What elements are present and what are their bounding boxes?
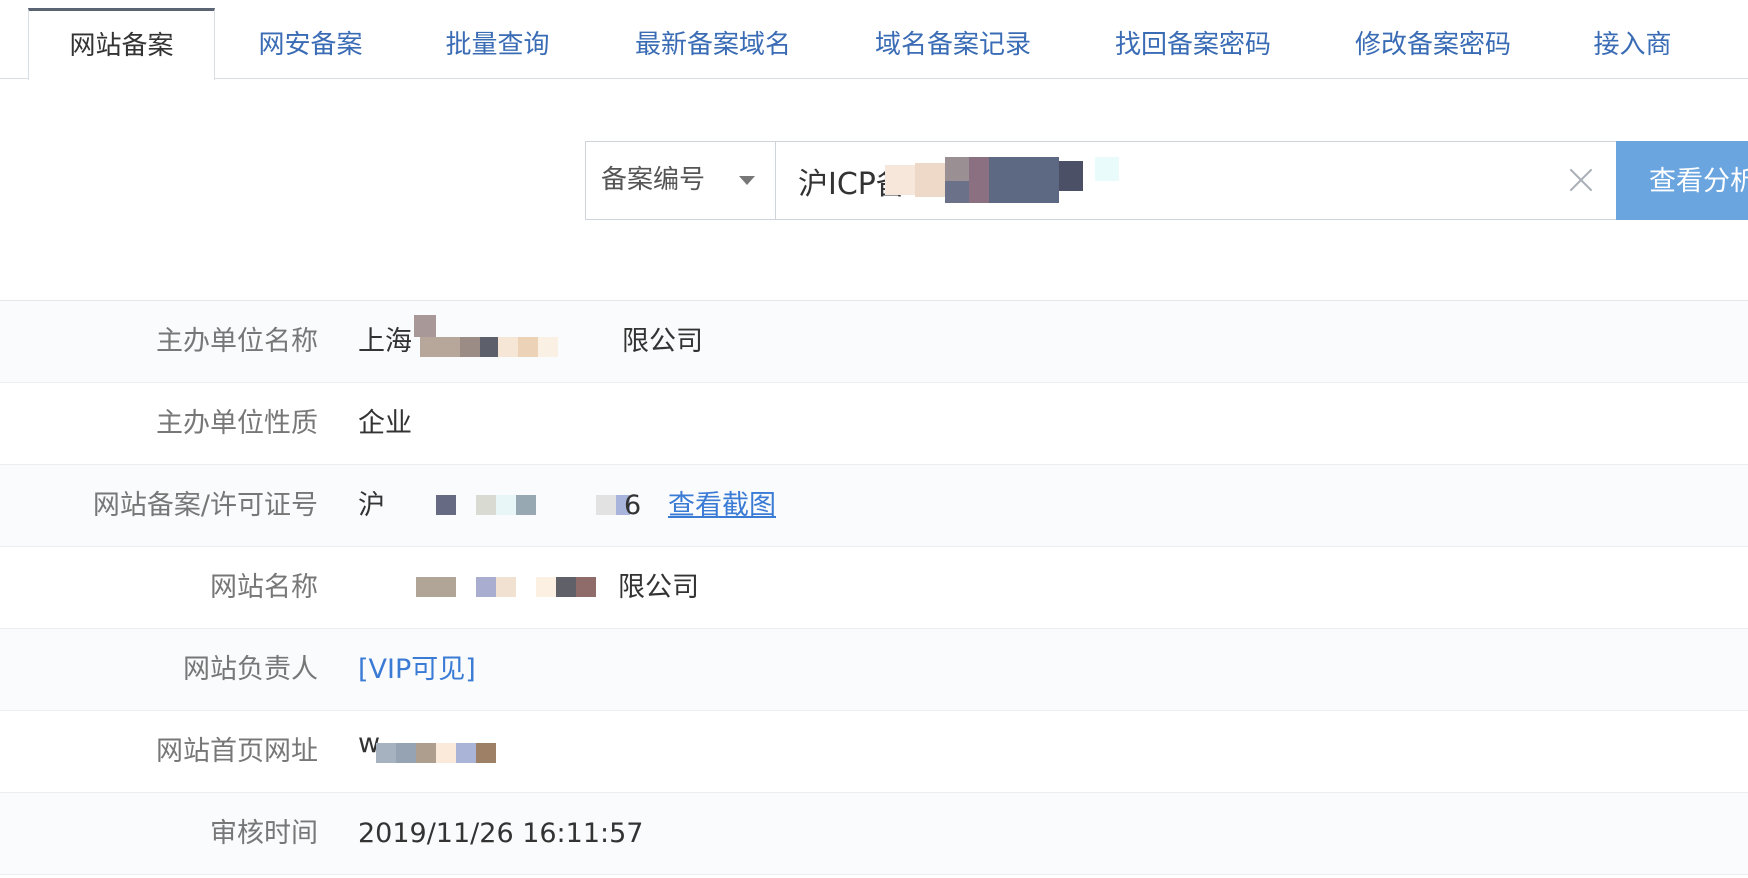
search-type-select[interactable]: 备案编号: [585, 141, 776, 220]
search-type-label: 备案编号: [601, 165, 706, 195]
table-row: 网站备案/许可证号 沪 6 查看截图: [0, 465, 1748, 547]
redacted-homepage-url: [376, 743, 496, 765]
tab-website-filing[interactable]: 网站备案: [28, 8, 215, 80]
table-row: 网站负责人 [VIP可见]: [0, 629, 1748, 711]
view-screenshot-link[interactable]: 查看截图: [668, 465, 776, 547]
table-row: 审核时间 2019/11/26 16:11:57: [0, 793, 1748, 875]
review-time-value: 2019/11/26 16:11:57: [358, 818, 644, 849]
tab-batch-query[interactable]: 批量查询: [420, 8, 575, 79]
redacted-license-number: [372, 495, 632, 517]
sponsor-name-value-suffix: 限公司: [622, 326, 703, 357]
website-owner-label: 网站负责人: [183, 654, 318, 685]
license-number-value-suffix: 6: [624, 490, 642, 521]
website-name-label: 网站名称: [210, 572, 318, 603]
sponsor-name-label: 主办单位名称: [156, 326, 318, 357]
view-analysis-button[interactable]: 查看分析: [1616, 141, 1748, 220]
caret-down-icon: [739, 176, 755, 185]
website-name-value-suffix: 限公司: [618, 572, 699, 603]
sponsor-name-value-prefix: 上海: [358, 326, 412, 357]
table-row: 网站名称 限公司: [0, 547, 1748, 629]
close-icon[interactable]: [1566, 165, 1596, 195]
table-row: 主办单位性质 企业: [0, 383, 1748, 465]
license-number-label: 网站备案/许可证号: [92, 490, 318, 521]
redacted-sponsor-name: [410, 315, 560, 361]
sponsor-type-label: 主办单位性质: [156, 408, 318, 439]
redacted-search-text: [885, 157, 1125, 203]
tab-domain-filing-records[interactable]: 域名备案记录: [860, 8, 1046, 79]
redacted-website-name: [414, 577, 614, 599]
tab-access-provider[interactable]: 接入商: [1570, 8, 1695, 79]
table-row: 主办单位名称 上海 限公司: [0, 301, 1748, 383]
search-bar: 备案编号 查看分析: [585, 141, 1748, 220]
tab-latest-filed-domains[interactable]: 最新备案域名: [620, 8, 806, 79]
vip-visible-link[interactable]: [VIP可见]: [358, 629, 476, 711]
tab-bar: 网站备案 网安备案 批量查询 最新备案域名 域名备案记录 找回备案密码 修改备案…: [0, 0, 1748, 80]
tab-police-filing[interactable]: 网安备案: [233, 8, 388, 79]
filing-details-table: 主办单位名称 上海 限公司 主办单位性质 企业 网站备案/许可证号 沪 6 查看…: [0, 301, 1748, 875]
tab-change-filing-password[interactable]: 修改备案密码: [1340, 8, 1526, 79]
sponsor-type-value: 企业: [358, 408, 412, 439]
homepage-url-label: 网站首页网址: [156, 736, 318, 767]
table-row: 网站首页网址 w: [0, 711, 1748, 793]
tab-retrieve-filing-password[interactable]: 找回备案密码: [1100, 8, 1286, 79]
review-time-label: 审核时间: [210, 818, 318, 849]
